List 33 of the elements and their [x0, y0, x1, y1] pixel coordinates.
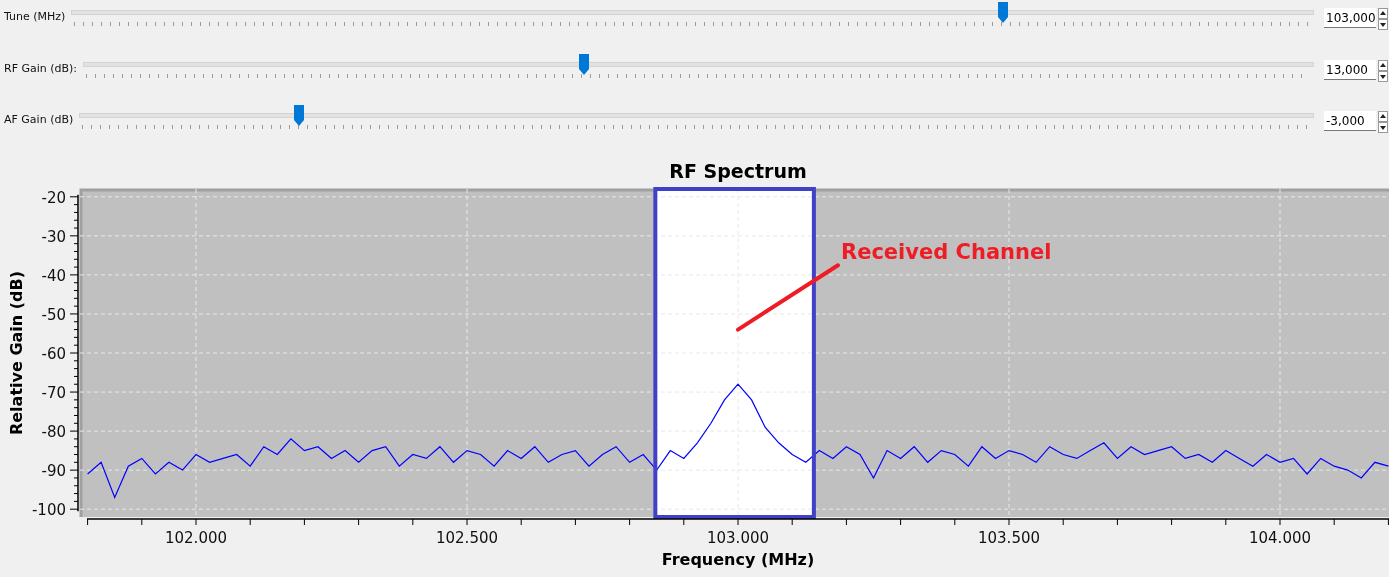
spin-up-button[interactable] [1378, 111, 1388, 123]
tick-label: -60 [41, 345, 66, 363]
axis-title: Relative Gain (dB) [7, 270, 26, 436]
slider-thumb[interactable] [293, 105, 306, 127]
tick-label: -80 [41, 423, 66, 442]
spin-down-button[interactable] [1378, 19, 1388, 30]
tick-label: -30 [41, 227, 66, 246]
input-field[interactable]: 103,000 [1324, 8, 1376, 28]
slider-label: RF Gain (dB): [4, 61, 78, 75]
annotation-text: Received Channel [841, 240, 1052, 265]
axis-title: Frequency (MHz) [661, 550, 815, 569]
tick-label: 102.500 [436, 529, 498, 547]
input-field[interactable]: -3,000 [1324, 111, 1376, 132]
tick-label: -100 [31, 501, 66, 520]
slider-label: AF Gain (dB) [4, 113, 74, 127]
tick-label: -40 [41, 266, 66, 285]
tick-label: 104.000 [1249, 529, 1311, 547]
tick-label: -90 [41, 462, 66, 481]
slider-label: Tune (MHz) [4, 10, 66, 23]
chart-title: RF Spectrum [669, 160, 807, 182]
input-field[interactable]: 13,000 [1324, 59, 1376, 80]
slider-thumb[interactable] [997, 2, 1010, 23]
tick-label: 103.000 [707, 529, 769, 547]
spin-down-button[interactable] [1378, 122, 1388, 134]
tick-label: 103.500 [978, 529, 1040, 547]
tick-label: 102.000 [165, 529, 227, 547]
tick-label: -50 [41, 305, 66, 324]
tick-label: -20 [41, 188, 66, 207]
spin-down-button[interactable] [1378, 70, 1388, 82]
slider-thumb[interactable] [578, 53, 591, 75]
tick-label: -70 [41, 384, 66, 403]
spin-up-button[interactable] [1378, 59, 1388, 71]
spin-up-button[interactable] [1378, 8, 1388, 19]
